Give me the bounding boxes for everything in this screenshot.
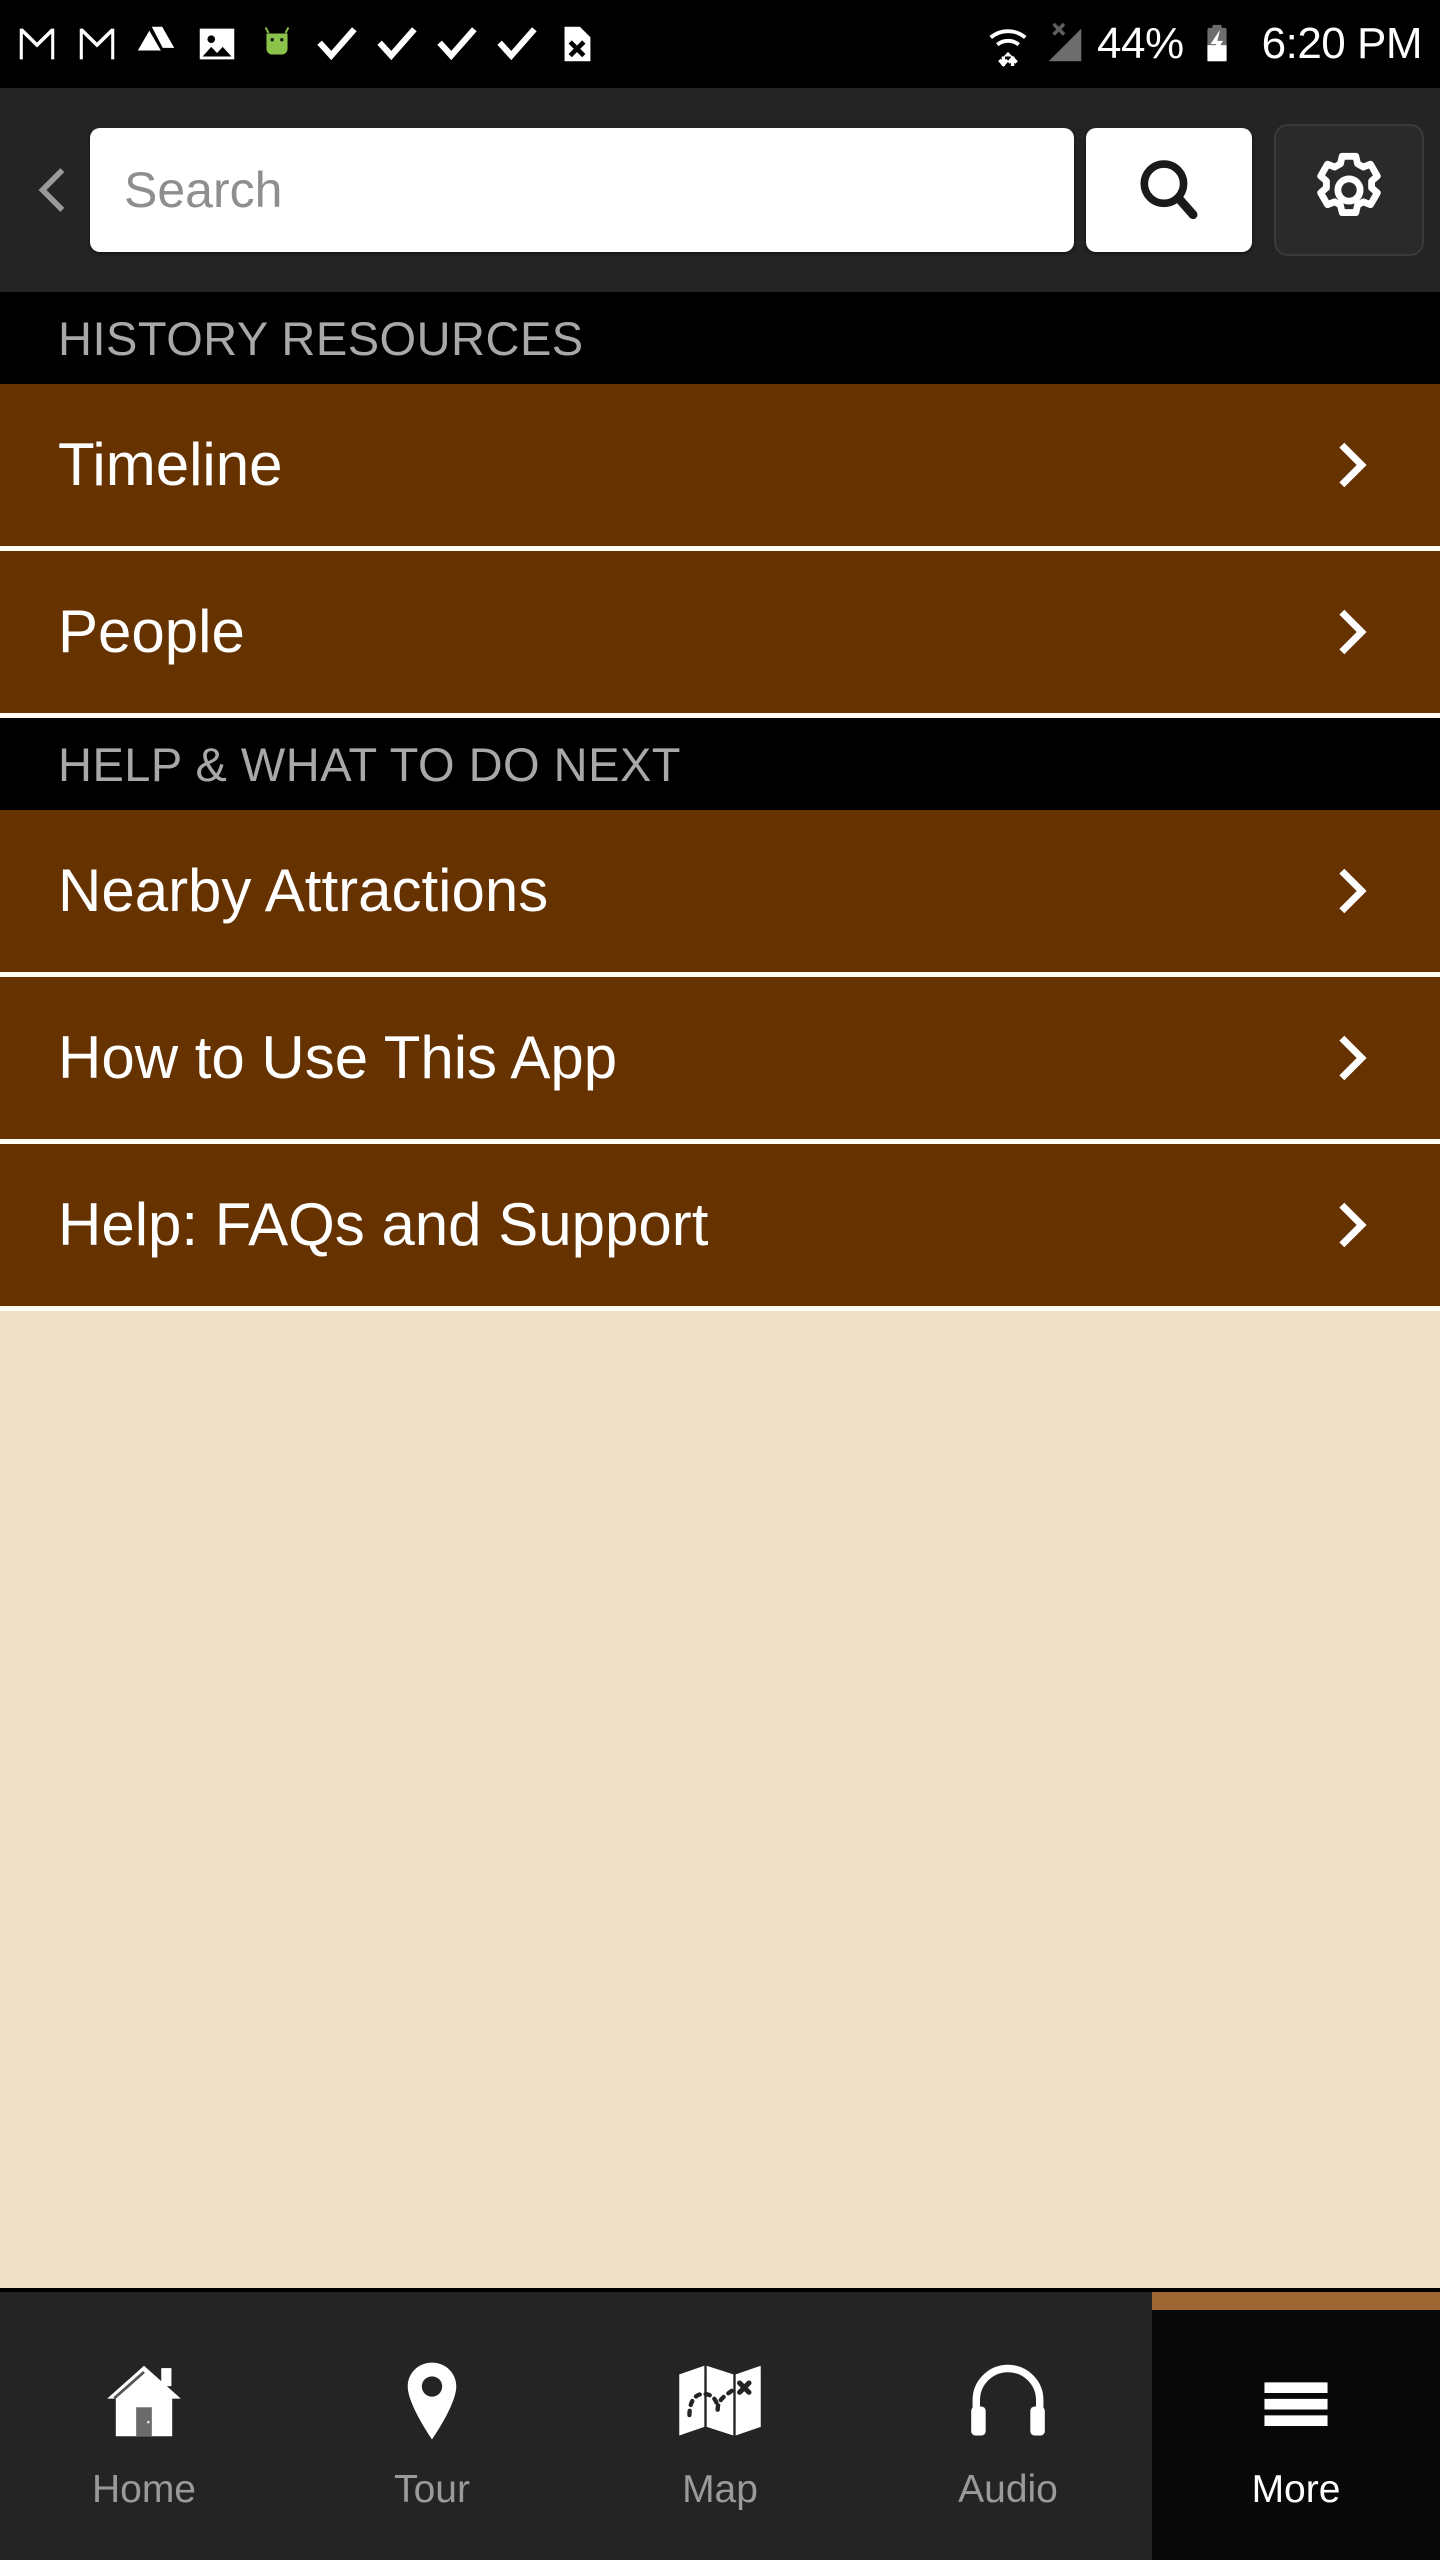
list-item-label: People	[58, 598, 245, 665]
section-header-help-what-to-do-next: HELP & WHAT TO DO NEXT	[0, 718, 1440, 810]
gear-icon	[1317, 152, 1381, 216]
checkmark-icon	[377, 27, 417, 61]
list-item-people[interactable]: People	[0, 551, 1440, 718]
folded-map-icon	[671, 2352, 769, 2448]
checkmark-icon	[497, 27, 537, 61]
back-button[interactable]	[16, 130, 90, 250]
checkmark-icon	[437, 27, 477, 61]
nav-tab-tour[interactable]: Tour	[288, 2292, 576, 2560]
nav-tab-label: Audio	[958, 2467, 1058, 2511]
headphones-icon	[961, 2352, 1055, 2448]
section-header-label: HISTORY RESOURCES	[58, 311, 584, 365]
document-error-icon	[564, 26, 591, 62]
main-content: HISTORY RESOURCES Timeline People HELP &…	[0, 292, 1440, 2560]
nav-tab-label: More	[1251, 2467, 1341, 2511]
status-bar-notification-icons	[14, 21, 985, 67]
list-item-label: Help: FAQs and Support	[58, 1191, 709, 1258]
list-item-label: Timeline	[58, 431, 283, 498]
list-item-timeline[interactable]: Timeline	[0, 384, 1440, 551]
battery-charging-icon	[1207, 24, 1227, 62]
list-item-label: Nearby Attractions	[58, 857, 549, 924]
photos-icon	[199, 28, 235, 60]
chevron-right-icon	[1322, 594, 1378, 670]
nav-tab-audio[interactable]: Audio	[864, 2292, 1152, 2560]
google-drive-icon	[137, 26, 175, 51]
gmail-icon	[19, 28, 55, 60]
app-root: 44% 6:20 PM Search HISTORY RESOURCES Tim…	[0, 0, 1440, 2560]
chevron-left-icon	[38, 168, 65, 212]
gmail-icon	[79, 28, 115, 60]
top-toolbar	[0, 88, 1440, 292]
chevron-right-icon	[1322, 427, 1378, 503]
nav-tab-more[interactable]: More	[1152, 2292, 1440, 2560]
section-header-label: HELP & WHAT TO DO NEXT	[58, 737, 682, 791]
nav-tab-map[interactable]: Map	[576, 2292, 864, 2560]
status-bar: 44% 6:20 PM	[0, 0, 1440, 88]
map-pin-icon	[385, 2352, 479, 2448]
nav-tab-label: Home	[91, 2467, 197, 2511]
nav-tab-label: Map	[682, 2467, 758, 2511]
home-icon	[97, 2352, 191, 2448]
status-bar-system-icons: 44% 6:20 PM	[985, 19, 1423, 68]
checkmark-icon	[317, 27, 357, 61]
chevron-right-icon	[1322, 1020, 1378, 1096]
cellular-signal-off-icon	[1048, 22, 1082, 62]
list-item-label: How to Use This App	[58, 1024, 618, 1091]
battery-percent-label: 44%	[1097, 19, 1184, 68]
search-icon	[1140, 160, 1198, 220]
section-header-history-resources: HISTORY RESOURCES	[0, 292, 1440, 384]
nav-tab-label: Tour	[394, 2467, 470, 2511]
chevron-right-icon	[1322, 853, 1378, 929]
bottom-navigation-bar: Home Tour Map Audio More	[0, 2288, 1440, 2560]
nav-tab-home[interactable]: Home	[0, 2292, 288, 2560]
list-item-how-to-use-this-app[interactable]: How to Use This App	[0, 977, 1440, 1144]
search-bar	[90, 128, 1252, 252]
search-input[interactable]	[90, 128, 1074, 252]
list-item-nearby-attractions[interactable]: Nearby Attractions	[0, 810, 1440, 977]
hamburger-menu-icon	[1252, 2352, 1340, 2448]
android-robot-icon	[264, 27, 290, 55]
search-submit-button[interactable]	[1086, 128, 1252, 252]
wifi-no-internet-icon	[989, 29, 1027, 67]
chevron-right-icon	[1322, 1187, 1378, 1263]
clock-label: 6:20 PM	[1261, 19, 1423, 68]
list-item-help-faqs-and-support[interactable]: Help: FAQs and Support	[0, 1144, 1440, 1311]
settings-button[interactable]	[1274, 124, 1424, 256]
